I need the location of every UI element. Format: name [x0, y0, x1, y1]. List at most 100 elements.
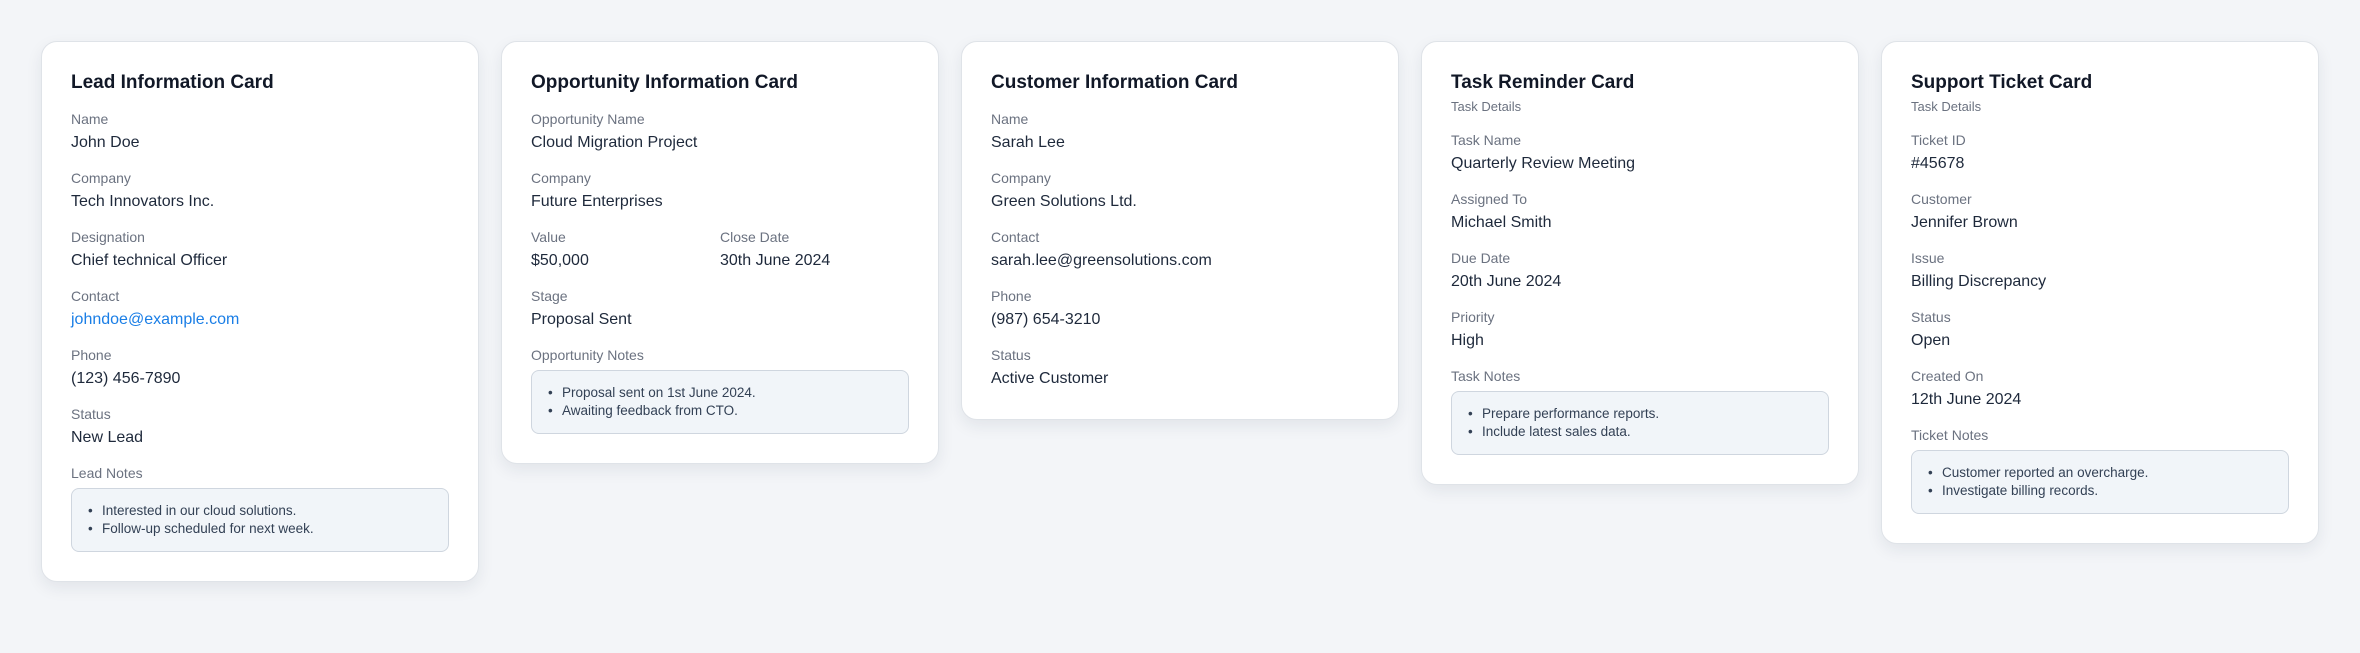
field-name: Name Sarah Lee	[991, 110, 1369, 154]
support-ticket-card: Support Ticket Card Task Details Ticket I…	[1881, 41, 2319, 544]
field-ticket-id: Ticket ID #45678	[1911, 131, 2289, 175]
field-value: 12th June 2024	[1911, 391, 2022, 408]
field-phone: Phone (987) 654-3210	[991, 287, 1369, 331]
field-value: Proposal Sent	[531, 311, 632, 328]
field-value: Active Customer	[991, 370, 1109, 387]
field-value: Green Solutions Ltd.	[991, 193, 1137, 210]
field-label: Customer	[1911, 191, 1972, 207]
field-label: Due Date	[1451, 250, 1511, 266]
field-label: Lead Notes	[71, 465, 143, 481]
field-label: Stage	[531, 288, 568, 304]
cards-row: Lead Information Card Name John Doe Compa…	[0, 0, 2360, 582]
field-value: Open	[1911, 332, 1951, 349]
field-label: Value	[531, 229, 566, 245]
field-status: Status Active Customer	[991, 346, 1369, 390]
card-subtitle: Task Details	[1911, 99, 1982, 114]
card-title: Opportunity Information Card	[531, 72, 799, 93]
field-company: Company Green Solutions Ltd.	[991, 169, 1369, 213]
field-label: Phone	[991, 288, 1032, 304]
field-value: Chief technical Officer	[71, 252, 228, 269]
notes-box: Interested in our cloud solutions. Follo…	[71, 488, 449, 552]
field-value: $50,000	[531, 252, 589, 269]
field-created-on: Created On 12th June 2024	[1911, 367, 2289, 411]
field-label: Status	[71, 406, 111, 422]
field-status: Status Open	[1911, 308, 2289, 352]
field-name: Name John Doe	[71, 110, 449, 154]
field-label: Ticket ID	[1911, 132, 1966, 148]
field-label: Task Name	[1451, 132, 1522, 148]
note-item: Proposal sent on 1st June 2024.	[548, 384, 892, 402]
field-label: Status	[1911, 309, 1951, 325]
field-label: Name	[991, 111, 1029, 127]
field-assigned-to: Assigned To Michael Smith	[1451, 190, 1829, 234]
field-phone: Phone (123) 456-7890	[71, 346, 449, 390]
field-contact: Contact johndoe@example.com	[71, 287, 449, 331]
field-label: Task Notes	[1451, 368, 1521, 384]
card-title: Support Ticket Card	[1911, 72, 2093, 93]
note-item: Prepare performance reports.	[1468, 405, 1812, 423]
field-label: Phone	[71, 347, 112, 363]
card-title: Lead Information Card	[71, 72, 274, 93]
notes-box: Prepare performance reports. Include lat…	[1451, 391, 1829, 455]
card-title: Customer Information Card	[991, 72, 1239, 93]
card-title: Task Reminder Card	[1451, 72, 1635, 93]
field-notes: Task Notes Prepare performance reports. …	[1451, 367, 1829, 455]
field-value: Cloud Migration Project	[531, 134, 698, 151]
field-designation: Designation Chief technical Officer	[71, 228, 449, 272]
field-value: (987) 654-3210	[991, 311, 1101, 328]
field-label: Created On	[1911, 368, 1984, 384]
field-stage: Stage Proposal Sent	[531, 287, 909, 331]
field-label: Company	[531, 170, 591, 186]
field-company: Company Tech Innovators Inc.	[71, 169, 449, 213]
field-label: Contact	[71, 288, 120, 304]
field-value-amount: Value $50,000	[531, 228, 720, 272]
field-value: 30th June 2024	[720, 252, 831, 269]
field-label: Company	[71, 170, 131, 186]
note-item: Include latest sales data.	[1468, 423, 1812, 441]
field-value: Sarah Lee	[991, 134, 1065, 151]
field-value: Michael Smith	[1451, 214, 1552, 231]
field-label: Contact	[991, 229, 1040, 245]
card-subtitle: Task Details	[1451, 99, 1522, 114]
field-label: Priority	[1451, 309, 1495, 325]
field-value: New Lead	[71, 429, 144, 446]
field-value: Tech Innovators Inc.	[71, 193, 215, 210]
field-customer: Customer Jennifer Brown	[1911, 190, 2289, 234]
field-issue: Issue Billing Discrepancy	[1911, 249, 2289, 293]
field-notes: Lead Notes Interested in our cloud solut…	[71, 464, 449, 552]
field-priority: Priority High	[1451, 308, 1829, 352]
contact-email-link[interactable]: johndoe@example.com	[71, 309, 449, 331]
field-value: Jennifer Brown	[1911, 214, 2018, 231]
field-label: Designation	[71, 229, 145, 245]
field-label: Assigned To	[1451, 191, 1528, 207]
field-due-date: Due Date 20th June 2024	[1451, 249, 1829, 293]
field-task-name: Task Name Quarterly Review Meeting	[1451, 131, 1829, 175]
note-item: Follow-up scheduled for next week.	[88, 520, 432, 538]
field-notes: Ticket Notes Customer reported an overch…	[1911, 426, 2289, 514]
field-label: Name	[71, 111, 109, 127]
field-label: Status	[991, 347, 1031, 363]
notes-box: Proposal sent on 1st June 2024. Awaiting…	[531, 370, 909, 434]
field-value: 20th June 2024	[1451, 273, 1562, 290]
field-contact: Contact sarah.lee@greensolutions.com	[991, 228, 1369, 272]
field-opportunity-name: Opportunity Name Cloud Migration Project	[531, 110, 909, 154]
notes-box: Customer reported an overcharge. Investi…	[1911, 450, 2289, 514]
field-label: Opportunity Name	[531, 111, 645, 127]
field-label: Ticket Notes	[1911, 427, 1989, 443]
lead-information-card: Lead Information Card Name John Doe Compa…	[41, 41, 479, 582]
field-value: Future Enterprises	[531, 193, 663, 210]
field-value: John Doe	[71, 134, 140, 151]
field-label: Close Date	[720, 229, 790, 245]
field-notes: Opportunity Notes Proposal sent on 1st J…	[531, 346, 909, 434]
note-item: Awaiting feedback from CTO.	[548, 402, 892, 420]
field-value: Quarterly Review Meeting	[1451, 155, 1636, 172]
field-label: Issue	[1911, 250, 1945, 266]
field-status: Status New Lead	[71, 405, 449, 449]
field-value: High	[1451, 332, 1484, 349]
field-value: #45678	[1911, 155, 1965, 172]
field-label: Opportunity Notes	[531, 347, 644, 363]
field-close-date: Close Date 30th June 2024	[720, 228, 909, 272]
field-value: Billing Discrepancy	[1911, 273, 2047, 290]
note-item: Interested in our cloud solutions.	[88, 502, 432, 520]
value-close-date-row: Value $50,000 Close Date 30th June 2024	[531, 213, 909, 272]
